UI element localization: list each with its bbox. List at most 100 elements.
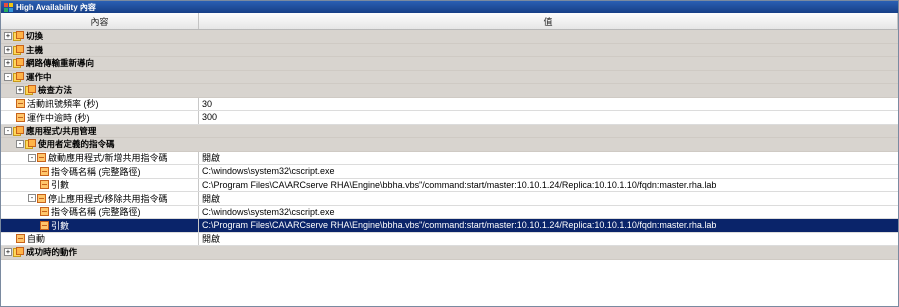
tree-property-row[interactable]: 引數 C:\Program Files\CA\ARCserve RHA\Engin… xyxy=(1,178,898,192)
property-label: 使用者定義的指令碼 xyxy=(38,139,115,150)
column-header-value[interactable]: 值 xyxy=(199,13,898,29)
property-group-icon xyxy=(13,44,24,55)
tree-property-row[interactable]: 活動訊號頻率 (秒) 30 xyxy=(1,97,898,111)
property-name-cell[interactable]: + 檢查方法 xyxy=(1,84,199,97)
property-item-icon xyxy=(40,166,49,176)
property-label: 活動訊號頻率 (秒) xyxy=(27,99,99,110)
property-value-cell[interactable]: 開啟 xyxy=(199,192,898,205)
property-value-cell xyxy=(199,43,898,56)
property-value-cell[interactable]: 300 xyxy=(199,111,898,124)
tree-property-row[interactable]: 指令碼名稱 (完整路徑) C:\windows\system32\cscript.… xyxy=(1,205,898,219)
property-label: 指令碼名稱 (完整路徑) xyxy=(51,166,141,177)
property-tree: + 切換 + 主機 + 網路傳輸重新導向 - 運作中 + 檢查方法 活動訊號頻率 (秒) 30 運作中逾… xyxy=(1,30,898,260)
property-value-cell[interactable]: 開啟 xyxy=(199,152,898,165)
property-item-icon xyxy=(16,99,25,109)
property-label: 停止應用程式/移除共用指令碼 xyxy=(48,193,168,204)
property-group-icon xyxy=(13,71,24,82)
property-value-cell[interactable]: 開啟 xyxy=(199,233,898,246)
property-name-cell[interactable]: - 應用程式/共用管理 xyxy=(1,125,199,138)
property-group-icon xyxy=(25,85,36,96)
property-item-icon xyxy=(40,207,49,217)
tree-property-row[interactable]: 運作中逾時 (秒) 300 xyxy=(1,111,898,125)
properties-window: High Availability 內容 內容 值 + 切換 + 主機 + 網路傳輸重新導… xyxy=(0,0,899,307)
column-header-row: 內容 值 xyxy=(1,13,898,30)
tree-group-row[interactable]: - 運作中 xyxy=(1,70,898,84)
property-label: 啟動應用程式/新增共用指令碼 xyxy=(48,153,168,164)
collapse-icon[interactable]: - xyxy=(4,126,12,135)
property-name-cell[interactable]: - 使用者定義的指令碼 xyxy=(1,138,199,151)
property-value-cell[interactable]: C:\Program Files\CA\ARCserve RHA\Engine\… xyxy=(199,219,898,232)
title-bar: High Availability 內容 xyxy=(1,1,898,13)
property-item-icon xyxy=(37,153,46,163)
property-item-icon xyxy=(37,193,46,203)
tree-group-row[interactable]: - 使用者定義的指令碼 xyxy=(1,138,898,152)
tree-property-row[interactable]: - 啟動應用程式/新增共用指令碼 開啟 xyxy=(1,151,898,165)
expand-icon[interactable]: + xyxy=(4,59,12,68)
window-title: High Availability 內容 xyxy=(16,2,96,12)
property-item-icon xyxy=(40,180,49,190)
collapse-icon[interactable]: - xyxy=(28,194,36,203)
tree-group-row[interactable]: - 應用程式/共用管理 xyxy=(1,124,898,138)
property-label: 網路傳輸重新導向 xyxy=(26,58,95,69)
property-label: 檢查方法 xyxy=(38,85,73,96)
property-label: 切換 xyxy=(26,31,44,42)
property-value-cell[interactable]: 30 xyxy=(199,98,898,111)
collapse-icon[interactable]: - xyxy=(28,153,36,162)
collapse-icon[interactable]: - xyxy=(4,72,12,81)
property-name-cell[interactable]: 指令碼名稱 (完整路徑) xyxy=(1,165,199,178)
property-name-cell[interactable]: 運作中逾時 (秒) xyxy=(1,111,199,124)
property-name-cell[interactable]: 指令碼名稱 (完整路徑) xyxy=(1,205,199,218)
property-value-cell[interactable]: C:\Program Files\CA\ARCserve RHA\Engine\… xyxy=(199,179,898,192)
expand-icon[interactable]: + xyxy=(4,248,12,257)
property-name-cell[interactable]: - 運作中 xyxy=(1,71,199,84)
tree-property-row[interactable]: 指令碼名稱 (完整路徑) C:\windows\system32\cscript.… xyxy=(1,165,898,179)
tree-property-row[interactable]: 引數 C:\Program Files\CA\ARCserve RHA\Engin… xyxy=(1,219,898,233)
property-name-cell[interactable]: + 網路傳輸重新導向 xyxy=(1,57,199,70)
property-value-cell xyxy=(199,30,898,43)
tree-property-row[interactable]: 自動 開啟 xyxy=(1,232,898,246)
property-name-cell[interactable]: 活動訊號頻率 (秒) xyxy=(1,97,199,110)
property-value-cell xyxy=(199,70,898,83)
expand-icon[interactable]: + xyxy=(4,45,12,54)
column-header-name[interactable]: 內容 xyxy=(1,13,199,29)
tree-group-row[interactable]: + 主機 xyxy=(1,43,898,57)
collapse-icon[interactable]: - xyxy=(16,140,24,149)
property-value-cell[interactable]: C:\windows\system32\cscript.exe xyxy=(199,206,898,219)
property-label: 運作中 xyxy=(26,71,52,82)
tree-group-row[interactable]: + 成功時的動作 xyxy=(1,246,898,260)
property-value-cell xyxy=(199,124,898,137)
property-name-cell[interactable]: 自動 xyxy=(1,232,199,245)
property-group-icon xyxy=(13,125,24,136)
property-name-cell[interactable]: 引數 xyxy=(1,178,199,191)
property-label: 運作中逾時 (秒) xyxy=(27,112,90,123)
tree-group-row[interactable]: + 網路傳輸重新導向 xyxy=(1,57,898,71)
property-group-icon xyxy=(13,31,24,42)
property-label: 指令碼名稱 (完整路徑) xyxy=(51,207,141,218)
tree-group-row[interactable]: + 切換 xyxy=(1,30,898,44)
tree-group-row[interactable]: + 檢查方法 xyxy=(1,84,898,98)
property-label: 應用程式/共用管理 xyxy=(26,125,97,136)
property-group-icon xyxy=(13,247,24,258)
property-name-cell[interactable]: + 主機 xyxy=(1,44,199,57)
property-value-cell xyxy=(199,246,898,259)
property-name-cell[interactable]: + 切換 xyxy=(1,30,199,43)
property-value-cell xyxy=(199,84,898,97)
property-value-cell[interactable]: C:\windows\system32\cscript.exe xyxy=(199,165,898,178)
app-icon xyxy=(4,2,13,12)
property-label: 自動 xyxy=(27,234,46,245)
property-label: 成功時的動作 xyxy=(26,247,78,258)
property-name-cell[interactable]: + 成功時的動作 xyxy=(1,246,199,259)
property-group-icon xyxy=(25,139,36,150)
expand-icon[interactable]: + xyxy=(4,32,12,41)
property-label: 主機 xyxy=(26,44,44,55)
property-name-cell[interactable]: 引數 xyxy=(1,219,199,232)
property-item-icon xyxy=(16,234,25,244)
property-name-cell[interactable]: - 停止應用程式/移除共用指令碼 xyxy=(1,192,199,205)
property-value-cell xyxy=(199,57,898,70)
property-label: 引數 xyxy=(51,180,70,191)
property-value-cell xyxy=(199,138,898,151)
tree-property-row[interactable]: - 停止應用程式/移除共用指令碼 開啟 xyxy=(1,192,898,206)
expand-icon[interactable]: + xyxy=(16,86,24,95)
property-name-cell[interactable]: - 啟動應用程式/新增共用指令碼 xyxy=(1,151,199,164)
property-group-icon xyxy=(13,58,24,69)
